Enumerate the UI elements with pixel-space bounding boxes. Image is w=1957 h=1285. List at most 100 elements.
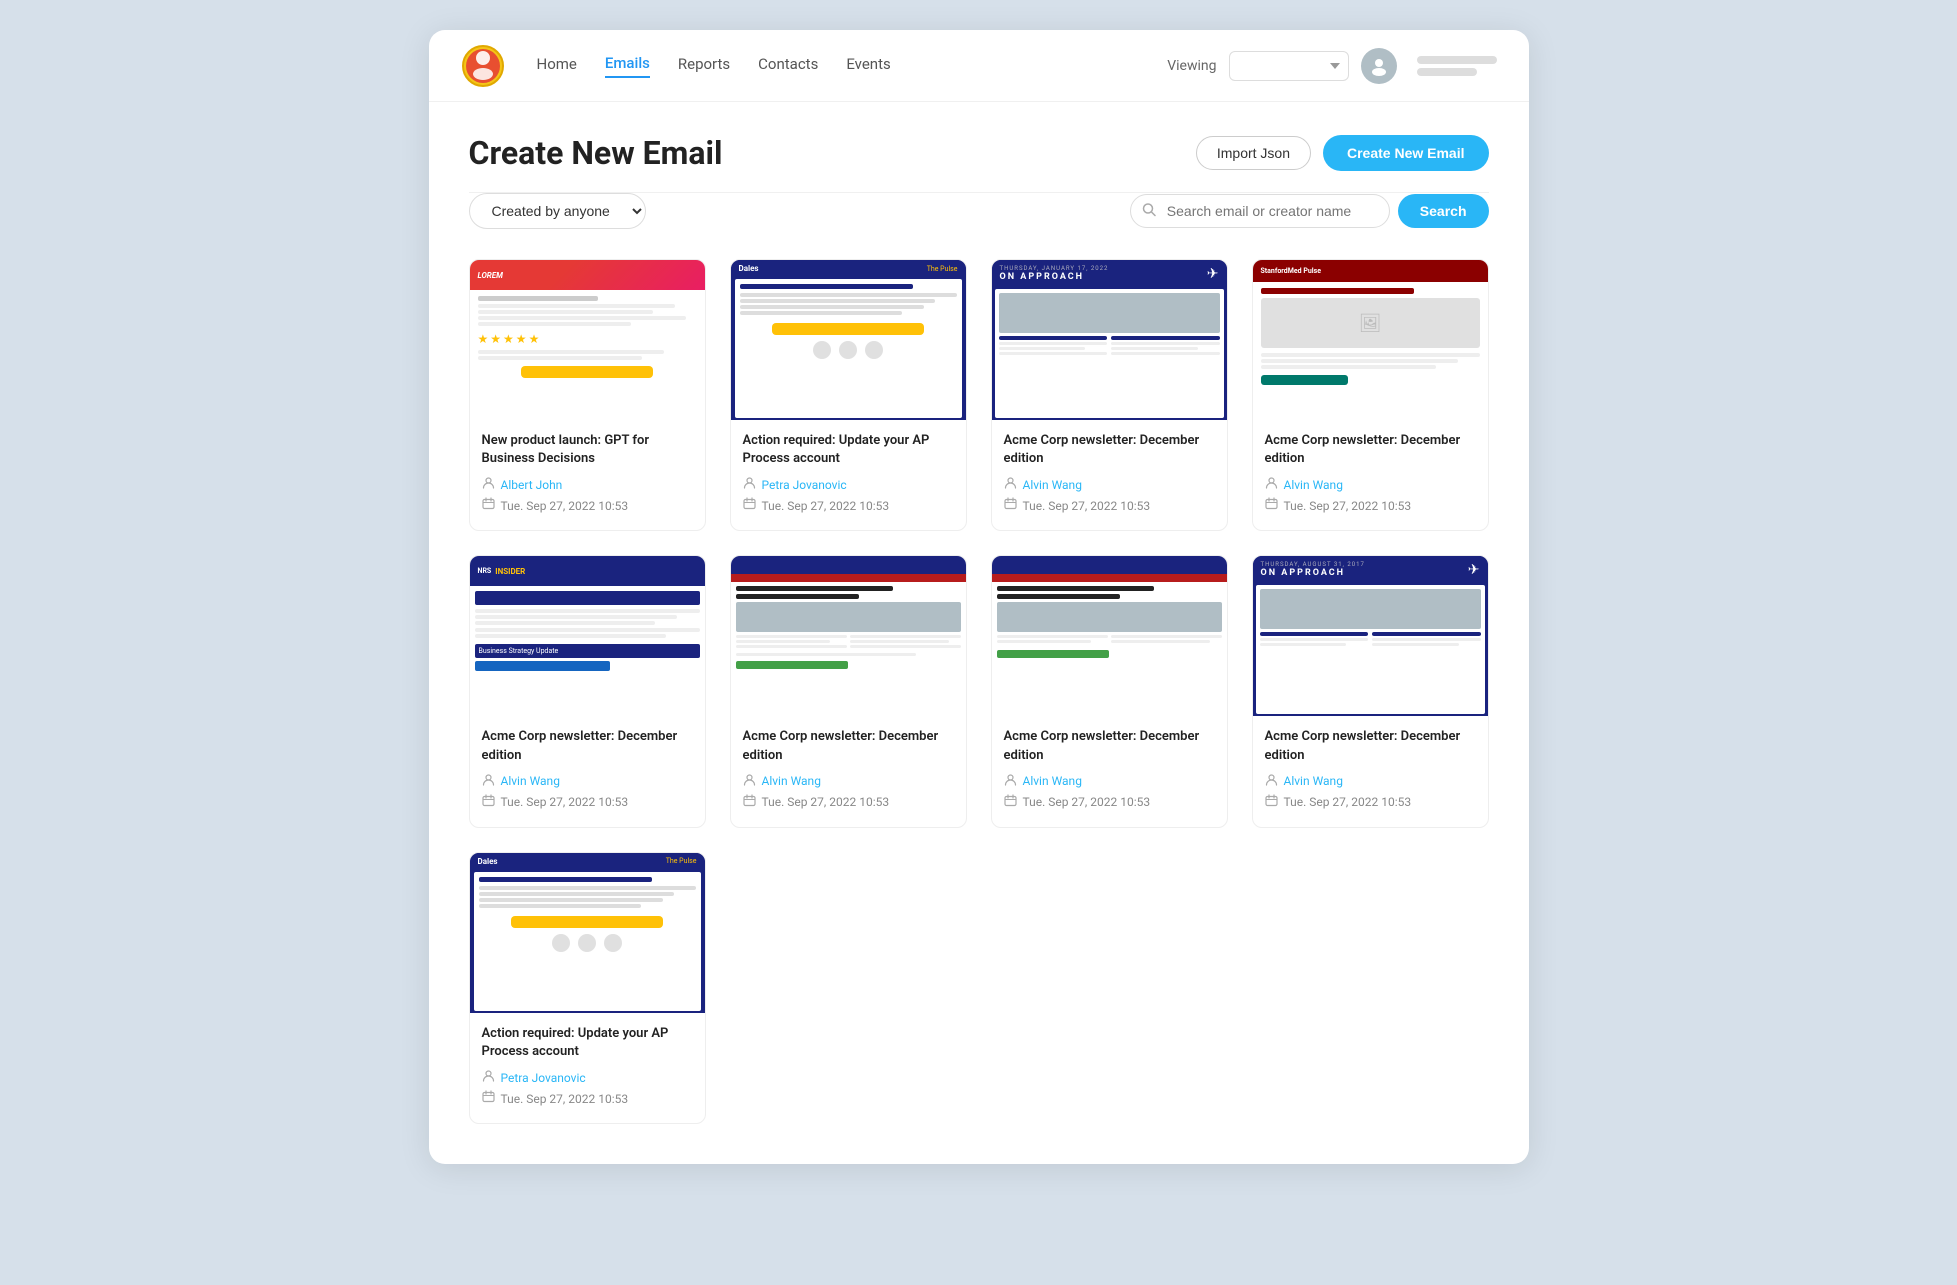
person-icon <box>1004 476 1017 493</box>
person-icon <box>482 1069 495 1086</box>
author-name: Petra Jovanovic <box>501 1071 586 1085</box>
person-icon <box>743 773 756 790</box>
calendar-icon <box>1265 497 1278 514</box>
email-date-meta: Tue. Sep 27, 2022 10:53 <box>482 497 693 514</box>
email-title: Acme Corp newsletter: December edition <box>1004 432 1215 468</box>
email-info: Acme Corp newsletter: December edition A… <box>1253 420 1488 530</box>
email-author-meta: Albert John <box>482 476 693 493</box>
main-card: Home Emails Reports Contacts Events View… <box>429 30 1529 1164</box>
search-input[interactable] <box>1130 194 1390 228</box>
email-card[interactable]: Dales The Pulse <box>730 259 967 531</box>
created-by-filter[interactable]: Created by anyone <box>469 193 646 229</box>
viewing-select[interactable] <box>1229 51 1349 81</box>
email-date-meta: Tue. Sep 27, 2022 10:53 <box>743 794 954 811</box>
email-info: Acme Corp newsletter: December edition A… <box>1253 716 1488 826</box>
email-title: Action required: Update your AP Process … <box>743 432 954 468</box>
nav-contacts[interactable]: Contacts <box>758 55 818 77</box>
nav-events[interactable]: Events <box>846 55 890 77</box>
email-date: Tue. Sep 27, 2022 10:53 <box>501 795 629 809</box>
nav-links: Home Emails Reports Contacts Events <box>537 54 1136 78</box>
email-info: New product launch: GPT for Business Dec… <box>470 420 705 530</box>
filters-row: Created by anyone Search <box>429 193 1529 249</box>
email-card[interactable]: StanfordMed Pulse 🖼 Acme Corp newsletter… <box>1252 259 1489 531</box>
avatar-text-lines <box>1417 56 1497 76</box>
email-date-meta: Tue. Sep 27, 2022 10:53 <box>743 497 954 514</box>
nav-home[interactable]: Home <box>537 55 577 77</box>
email-info: Acme Corp newsletter: December edition A… <box>731 716 966 826</box>
email-date-meta: Tue. Sep 27, 2022 10:53 <box>1004 794 1215 811</box>
email-date-meta: Tue. Sep 27, 2022 10:53 <box>1265 497 1476 514</box>
email-author-meta: Alvin Wang <box>743 773 954 790</box>
email-grid: LOREM ★ ★ ★ ★ ★ <box>429 249 1529 1164</box>
email-card[interactable]: NRS INSIDER Business Strategy Update <box>469 555 706 827</box>
navbar: Home Emails Reports Contacts Events View… <box>429 30 1529 102</box>
email-info: Acme Corp newsletter: December edition A… <box>992 420 1227 530</box>
viewing-label: Viewing <box>1167 58 1216 74</box>
calendar-icon <box>743 497 756 514</box>
email-date-meta: Tue. Sep 27, 2022 10:53 <box>482 1090 693 1107</box>
email-card[interactable]: Dales The Pulse <box>469 852 706 1124</box>
calendar-icon <box>482 497 495 514</box>
nav-reports[interactable]: Reports <box>678 55 730 77</box>
calendar-icon <box>1004 497 1017 514</box>
email-thumbnail: THURSDAY, AUGUST 31, 2017 ON APPROACH ✈ <box>1253 556 1488 716</box>
email-title: Acme Corp newsletter: December edition <box>482 728 693 764</box>
author-name: Albert John <box>501 478 563 492</box>
calendar-icon <box>482 794 495 811</box>
email-thumbnail: Dales The Pulse <box>731 260 966 420</box>
person-icon <box>743 476 756 493</box>
email-date-meta: Tue. Sep 27, 2022 10:53 <box>1265 794 1476 811</box>
email-author-meta: Alvin Wang <box>1004 476 1215 493</box>
email-card[interactable]: Acme Corp newsletter: December edition A… <box>730 555 967 827</box>
email-thumbnail: THURSDAY, JANUARY 17, 2022 ON APPROACH ✈ <box>992 260 1227 420</box>
calendar-icon <box>1004 794 1017 811</box>
email-thumbnail <box>731 556 966 716</box>
author-name: Alvin Wang <box>1023 774 1082 788</box>
email-title: Acme Corp newsletter: December edition <box>1265 728 1476 764</box>
search-input-wrap <box>1130 194 1390 228</box>
email-date: Tue. Sep 27, 2022 10:53 <box>1023 795 1151 809</box>
header-actions: Import Json Create New Email <box>1196 135 1489 171</box>
email-date: Tue. Sep 27, 2022 10:53 <box>501 499 629 513</box>
email-info: Acme Corp newsletter: December edition A… <box>992 716 1227 826</box>
email-author-meta: Alvin Wang <box>1004 773 1215 790</box>
email-thumbnail: StanfordMed Pulse 🖼 <box>1253 260 1488 420</box>
email-title: Acme Corp newsletter: December edition <box>1004 728 1215 764</box>
email-card[interactable]: THURSDAY, AUGUST 31, 2017 ON APPROACH ✈ <box>1252 555 1489 827</box>
email-thumbnail: LOREM ★ ★ ★ ★ ★ <box>470 260 705 420</box>
email-card[interactable]: Acme Corp newsletter: December edition A… <box>991 555 1228 827</box>
author-name: Petra Jovanovic <box>762 478 847 492</box>
email-author-meta: Petra Jovanovic <box>743 476 954 493</box>
email-date-meta: Tue. Sep 27, 2022 10:53 <box>482 794 693 811</box>
email-title: Acme Corp newsletter: December edition <box>743 728 954 764</box>
email-date: Tue. Sep 27, 2022 10:53 <box>501 1092 629 1106</box>
email-title: Action required: Update your AP Process … <box>482 1025 693 1061</box>
email-card[interactable]: LOREM ★ ★ ★ ★ ★ <box>469 259 706 531</box>
email-card[interactable]: THURSDAY, JANUARY 17, 2022 ON APPROACH ✈ <box>991 259 1228 531</box>
email-thumbnail <box>992 556 1227 716</box>
nav-right: Viewing <box>1167 48 1496 84</box>
person-icon <box>1265 773 1278 790</box>
email-date: Tue. Sep 27, 2022 10:53 <box>1284 499 1412 513</box>
person-icon <box>482 476 495 493</box>
email-title: Acme Corp newsletter: December edition <box>1265 432 1476 468</box>
email-author-meta: Alvin Wang <box>482 773 693 790</box>
calendar-icon <box>482 1090 495 1107</box>
email-thumbnail: Dales The Pulse <box>470 853 705 1013</box>
import-json-button[interactable]: Import Json <box>1196 136 1311 170</box>
page-header: Create New Email Import Json Create New … <box>429 102 1529 192</box>
author-name: Alvin Wang <box>762 774 821 788</box>
app-logo[interactable] <box>461 44 505 88</box>
email-date-meta: Tue. Sep 27, 2022 10:53 <box>1004 497 1215 514</box>
person-icon <box>1004 773 1017 790</box>
create-new-email-button[interactable]: Create New Email <box>1323 135 1489 171</box>
author-name: Alvin Wang <box>501 774 560 788</box>
email-title: New product launch: GPT for Business Dec… <box>482 432 693 468</box>
search-button[interactable]: Search <box>1398 194 1489 228</box>
calendar-icon <box>743 794 756 811</box>
email-date: Tue. Sep 27, 2022 10:53 <box>1284 795 1412 809</box>
author-name: Alvin Wang <box>1284 478 1343 492</box>
nav-emails[interactable]: Emails <box>605 54 650 78</box>
author-name: Alvin Wang <box>1284 774 1343 788</box>
email-author-meta: Alvin Wang <box>1265 476 1476 493</box>
